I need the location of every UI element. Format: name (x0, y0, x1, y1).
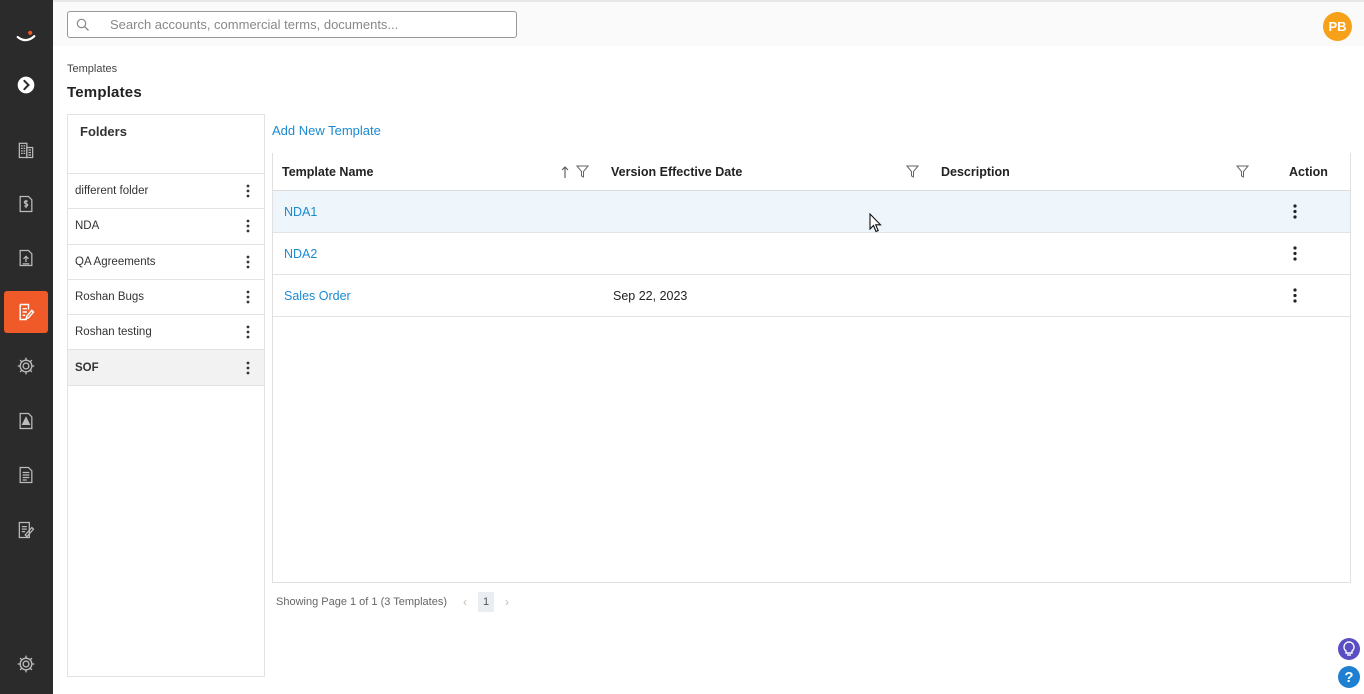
sidebar-item-settings[interactable] (4, 643, 48, 685)
column-header-action: Action (1289, 164, 1328, 179)
mouse-cursor-icon (869, 212, 882, 236)
template-name-link[interactable]: Sales Order (284, 275, 351, 316)
tips-button[interactable] (1338, 638, 1360, 660)
table-row[interactable]: Sales Order Sep 22, 2023 (273, 275, 1350, 317)
table-header: Template Name Version Effective Date Des… (273, 153, 1350, 191)
sidebar-item-commercial-terms[interactable] (4, 183, 48, 225)
app-logo[interactable] (4, 16, 48, 58)
page-number-button[interactable]: 1 (478, 592, 495, 612)
top-bar: PB (53, 0, 1364, 46)
templates-table: Template Name Version Effective Date Des… (272, 153, 1351, 583)
document-upload-icon (19, 249, 33, 267)
document-dollar-icon (19, 195, 33, 213)
kebab-menu-icon[interactable] (240, 289, 256, 305)
version-effective-date: Sep 22, 2023 (613, 288, 688, 303)
row-action-kebab-icon[interactable] (1293, 275, 1297, 316)
sort-ascending-icon[interactable] (561, 165, 569, 182)
expand-sidebar-button[interactable] (4, 64, 48, 106)
folder-label: NDA (75, 220, 100, 233)
folder-item[interactable]: QA Agreements (68, 245, 264, 280)
global-search[interactable] (67, 11, 517, 38)
template-name-link[interactable]: NDA1 (284, 191, 317, 232)
folder-label: QA Agreements (75, 255, 156, 268)
kebab-menu-icon[interactable] (240, 360, 256, 376)
filter-icon[interactable] (905, 165, 920, 181)
sidebar-item-accounts[interactable] (4, 129, 48, 171)
row-action-kebab-icon[interactable] (1293, 233, 1297, 274)
kebab-menu-icon[interactable] (240, 218, 256, 234)
folder-item[interactable]: NDA (68, 209, 264, 245)
sidebar-item-signatures[interactable] (4, 509, 48, 551)
folder-item[interactable]: Roshan Bugs (68, 280, 264, 316)
pagination: Showing Page 1 of 1 (3 Templates) ‹ 1 › (276, 592, 515, 612)
folder-item-selected[interactable]: SOF (68, 350, 264, 386)
next-page-button[interactable]: › (499, 595, 515, 609)
left-nav-sidebar (0, 0, 53, 694)
sidebar-item-documents[interactable] (4, 237, 48, 279)
buildings-icon (18, 142, 34, 159)
page-title: Templates (67, 84, 142, 101)
folder-label: Roshan Bugs (75, 291, 145, 304)
help-button[interactable]: ? (1338, 666, 1360, 688)
gear-icon (17, 357, 35, 375)
sidebar-item-alerts[interactable] (4, 400, 48, 442)
filter-icon[interactable] (1235, 165, 1250, 181)
folder-list: different folder NDA QA Agreements Rosha… (68, 173, 264, 386)
filter-icon[interactable] (575, 165, 590, 181)
document-alert-icon (19, 412, 33, 430)
templates-edit-icon (19, 303, 35, 321)
template-name-link[interactable]: NDA2 (284, 233, 317, 274)
row-action-kebab-icon[interactable] (1293, 191, 1297, 232)
sidebar-item-integrations[interactable] (4, 345, 48, 387)
lightbulb-icon (1343, 641, 1355, 656)
kebab-menu-icon[interactable] (240, 254, 256, 270)
table-row[interactable]: NDA1 (273, 191, 1350, 233)
report-icon (19, 466, 33, 484)
chevron-right-icon (17, 76, 35, 94)
prev-page-button[interactable]: ‹ (457, 595, 473, 609)
folder-label: SOF (75, 361, 99, 374)
folder-item[interactable]: Roshan testing (68, 315, 264, 351)
folder-item[interactable]: different folder (68, 174, 264, 210)
search-input[interactable] (110, 17, 510, 32)
sign-document-icon (18, 521, 35, 539)
folders-panel: Folders different folder NDA QA Agreemen… (67, 114, 265, 677)
logo-icon (16, 30, 36, 42)
folders-title: Folders (80, 124, 127, 139)
column-header-description[interactable]: Description (941, 153, 1010, 190)
breadcrumb[interactable]: Templates (67, 63, 117, 75)
pagination-summary: Showing Page 1 of 1 (3 Templates) (276, 596, 448, 608)
add-new-template-link[interactable]: Add New Template (272, 123, 381, 138)
kebab-menu-icon[interactable] (240, 183, 256, 199)
folder-label: different folder (75, 185, 149, 198)
table-row[interactable]: NDA2 (273, 233, 1350, 275)
column-header-version-effective-date[interactable]: Version Effective Date (611, 153, 742, 190)
settings-gear-icon (17, 655, 35, 673)
user-avatar[interactable]: PB (1323, 12, 1352, 41)
sidebar-item-templates[interactable] (4, 291, 48, 333)
sidebar-item-reports[interactable] (4, 454, 48, 496)
folder-label: Roshan testing (75, 326, 152, 339)
search-icon (68, 12, 98, 37)
column-header-template-name[interactable]: Template Name (282, 153, 373, 190)
kebab-menu-icon[interactable] (240, 324, 256, 340)
